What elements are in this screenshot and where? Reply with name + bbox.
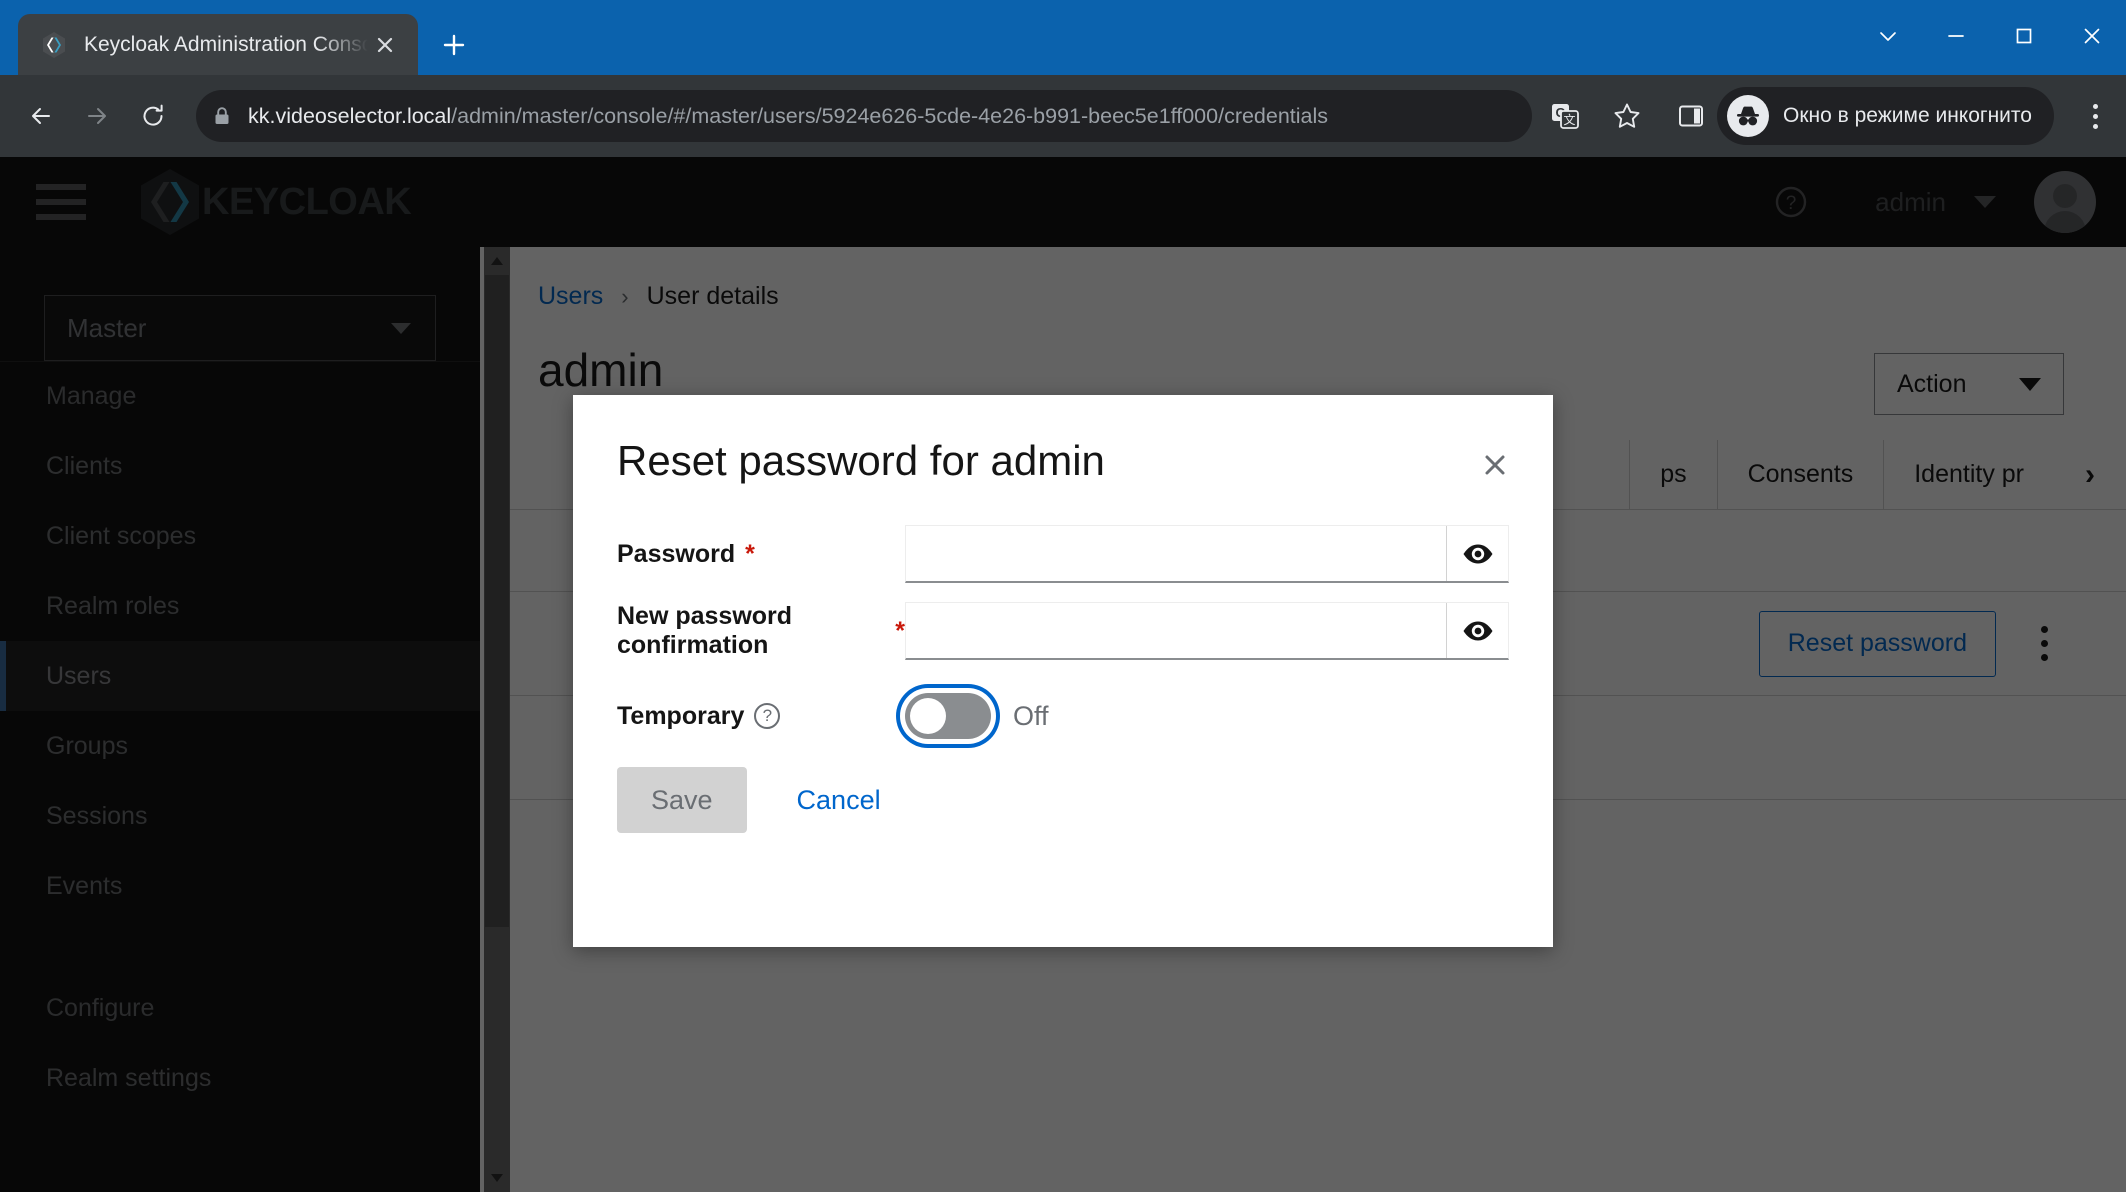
password-label-text: Password: [617, 539, 736, 568]
eye-icon[interactable]: [1446, 526, 1508, 581]
reset-password-modal: Reset password for admin Password * New …: [573, 395, 1553, 947]
reload-icon[interactable]: [128, 91, 178, 141]
keycloak-icon: [40, 31, 68, 59]
incognito-icon: [1727, 95, 1769, 137]
svg-text:文: 文: [1563, 112, 1575, 127]
star-icon[interactable]: [1608, 97, 1646, 135]
chevron-down-icon[interactable]: [1854, 0, 1922, 72]
kebab-dot: [2092, 103, 2098, 109]
password-label: Password *: [617, 540, 905, 569]
address-bar-url: kk.videoselector.local/admin/master/cons…: [248, 104, 1516, 129]
temporary-label: Temporary ?: [617, 702, 905, 731]
confirm-password-label-text: New password confirmation: [617, 602, 793, 659]
password-field-row: Password *: [617, 525, 1509, 583]
browser-toolbar: kk.videoselector.local/admin/master/cons…: [0, 75, 2126, 157]
maximize-icon[interactable]: [1990, 0, 2058, 72]
incognito-indicator[interactable]: Окно в режиме инкогнито: [1717, 87, 2054, 145]
temporary-toggle-state: Off: [1013, 700, 1049, 731]
browser-window: Keycloak Administration Console kk.video…: [0, 0, 2126, 1192]
temporary-label-text: Temporary: [617, 701, 745, 730]
arrow-right-icon[interactable]: [72, 91, 122, 141]
address-bar-host: kk.videoselector.local: [248, 103, 452, 128]
tab-strip: Keycloak Administration Console: [18, 14, 478, 75]
close-icon[interactable]: [2058, 0, 2126, 72]
confirm-password-input-group: [905, 602, 1509, 660]
arrow-left-icon[interactable]: [16, 91, 66, 141]
address-bar[interactable]: kk.videoselector.local/admin/master/cons…: [196, 90, 1532, 142]
required-marker: *: [895, 616, 905, 645]
save-button[interactable]: Save: [617, 767, 747, 833]
translate-icon[interactable]: G 文: [1546, 97, 1584, 135]
modal-title: Reset password for admin: [617, 437, 1105, 484]
temporary-toggle[interactable]: [905, 693, 991, 739]
confirm-password-input[interactable]: [906, 603, 1446, 658]
close-icon[interactable]: [368, 28, 402, 62]
cancel-button[interactable]: Cancel: [779, 767, 899, 833]
password-input[interactable]: [906, 526, 1446, 581]
page-viewport: KEYCLOAK ? admin: [0, 157, 2126, 1192]
address-bar-path: /admin/master/console/#/master/users/592…: [451, 103, 1329, 128]
kebab-menu-icon[interactable]: [2076, 97, 2114, 135]
toggle-knob: [910, 698, 946, 734]
browser-tab-title: Keycloak Administration Console: [84, 32, 368, 56]
minimize-icon[interactable]: [1922, 0, 1990, 72]
question-circle-icon[interactable]: ?: [754, 703, 781, 729]
lock-icon[interactable]: [196, 105, 248, 127]
browser-titlebar: Keycloak Administration Console: [0, 0, 2126, 75]
browser-tab[interactable]: Keycloak Administration Console: [18, 14, 418, 75]
confirm-password-field-row: New password confirmation *: [617, 602, 1509, 660]
kebab-dot: [2092, 123, 2098, 129]
password-input-group: [905, 525, 1509, 583]
side-panel-icon[interactable]: [1672, 97, 1710, 135]
new-tab-button[interactable]: [430, 21, 478, 69]
window-controls: [1854, 0, 2126, 72]
required-marker: *: [745, 539, 755, 568]
kebab-dot: [2092, 113, 2098, 119]
close-icon[interactable]: [1473, 443, 1517, 487]
eye-icon[interactable]: [1446, 603, 1508, 658]
confirm-password-label: New password confirmation *: [617, 602, 905, 660]
temporary-toggle-wrap: Off: [905, 693, 1049, 739]
temporary-field-row: Temporary ? Off: [617, 687, 1509, 745]
incognito-label: Окно в режиме инкогнито: [1783, 104, 2032, 127]
modal-actions: Save Cancel: [617, 767, 1509, 833]
